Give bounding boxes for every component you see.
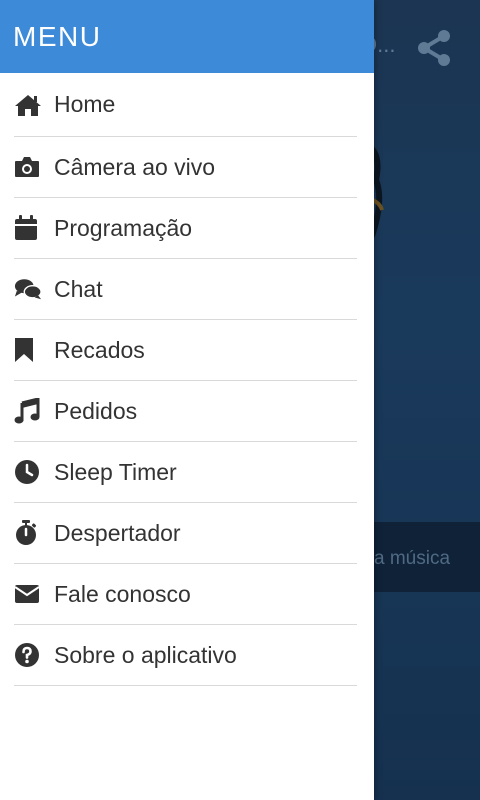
navigation-drawer: MENU Home Câmera ao vivo Programação Cha…	[0, 0, 374, 800]
menu-item-despertador[interactable]: Despertador	[14, 503, 357, 564]
bookmark-icon	[14, 337, 42, 363]
envelope-icon	[14, 581, 42, 607]
menu-item-label: Despertador	[54, 519, 181, 546]
menu-item-programacao[interactable]: Programação	[14, 198, 357, 259]
home-icon	[14, 92, 42, 118]
menu-item-home[interactable]: Home	[14, 73, 357, 137]
share-icon[interactable]	[416, 28, 452, 68]
menu-item-recados[interactable]: Recados	[14, 320, 357, 381]
drawer-header: MENU	[0, 0, 374, 73]
drawer-title: MENU	[13, 20, 102, 52]
menu-item-label: Programação	[54, 214, 193, 241]
now-playing-text: a música	[374, 548, 451, 569]
menu-item-label: Chat	[54, 275, 103, 302]
menu-item-camera[interactable]: Câmera ao vivo	[14, 137, 357, 198]
menu-item-label: Sleep Timer	[54, 458, 177, 485]
menu-item-chat[interactable]: Chat	[14, 259, 357, 320]
music-icon	[14, 398, 42, 424]
question-icon	[14, 642, 42, 668]
menu-item-label: Câmera ao vivo	[54, 153, 216, 180]
calendar-icon	[14, 215, 42, 241]
menu-list: Home Câmera ao vivo Programação Chat Rec…	[0, 73, 374, 686]
menu-item-sleep-timer[interactable]: Sleep Timer	[14, 442, 357, 503]
menu-item-label: Sobre o aplicativo	[54, 641, 237, 668]
menu-item-label: Home	[54, 91, 116, 117]
chat-icon	[14, 276, 42, 302]
menu-item-label: Fale conosco	[54, 580, 191, 607]
menu-item-fale-conosco[interactable]: Fale conosco	[14, 564, 357, 625]
camera-icon	[14, 154, 42, 180]
app-screen: O... a música MENU Home Câmera ao vivo P…	[0, 0, 480, 800]
menu-item-label: Pedidos	[54, 397, 138, 424]
menu-item-sobre[interactable]: Sobre o aplicativo	[14, 625, 357, 686]
clock-icon	[14, 459, 42, 485]
menu-item-label: Recados	[54, 336, 145, 363]
stopwatch-icon	[14, 520, 42, 546]
menu-item-pedidos[interactable]: Pedidos	[14, 381, 357, 442]
